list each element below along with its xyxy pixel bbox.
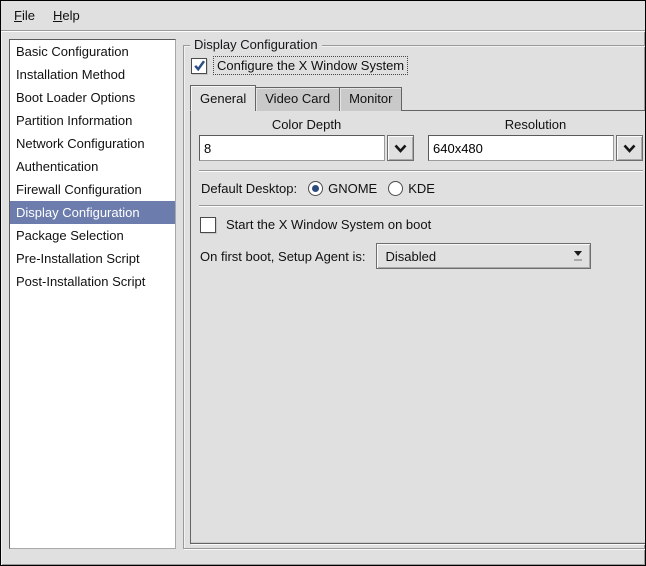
kde-radio-label: KDE (408, 181, 435, 196)
menu-help[interactable]: Help (44, 4, 89, 27)
sidebar-item-firewall-configuration[interactable]: Firewall Configuration (10, 178, 175, 201)
sidebar-item-partition-information[interactable]: Partition Information (10, 109, 175, 132)
sidebar-item-boot-loader-options[interactable]: Boot Loader Options (10, 86, 175, 109)
default-desktop-row: Default Desktop: GNOME KDE (201, 181, 643, 196)
sidebar-item-network-configuration[interactable]: Network Configuration (10, 132, 175, 155)
resolution-input[interactable] (428, 135, 614, 161)
setup-agent-row: On first boot, Setup Agent is: Disabled (200, 243, 643, 269)
start-x-checkbox[interactable] (200, 216, 216, 233)
menubar: File Help (1, 1, 645, 31)
gnome-radio-label: GNOME (328, 181, 378, 196)
kde-radio[interactable] (388, 181, 404, 196)
option-menu-arrow-icon (574, 251, 583, 261)
start-x-checkbox-row[interactable]: Start the X Window System on boot (200, 216, 643, 233)
configure-x-checkbox[interactable] (191, 57, 207, 74)
resolution-dropdown-button[interactable] (616, 135, 643, 161)
tab-video-card[interactable]: Video Card (255, 87, 341, 111)
sidebar-item-post-installation-script[interactable]: Post-Installation Script (10, 270, 175, 293)
frame-title: Display Configuration (190, 37, 322, 52)
separator (199, 205, 643, 207)
sidebar-item-basic-configuration[interactable]: Basic Configuration (10, 40, 175, 63)
configure-x-checkbox-label: Configure the X Window System (212, 56, 409, 75)
radio-dot (312, 185, 320, 192)
section-list: Basic Configuration Installation Method … (9, 39, 176, 549)
menu-file[interactable]: File (5, 4, 44, 27)
display-configuration-frame: Display Configuration Configure the X Wi… (183, 37, 645, 549)
configure-x-checkbox-row[interactable]: Configure the X Window System (191, 56, 645, 75)
setup-agent-value: Disabled (385, 248, 437, 264)
chevron-down-icon (394, 144, 407, 153)
start-x-checkbox-label: Start the X Window System on boot (226, 217, 432, 232)
gnome-radio[interactable] (308, 181, 324, 196)
sidebar-item-pre-installation-script[interactable]: Pre-Installation Script (10, 247, 175, 270)
setup-agent-option-menu[interactable]: Disabled (376, 243, 592, 269)
kickstart-configurator-window: File Help Basic Configuration Installati… (0, 0, 646, 566)
resolution-column: Resolution (428, 117, 643, 161)
color-depth-input[interactable] (199, 135, 385, 161)
display-notebook: General Video Card Monitor Color Depth 8… (190, 85, 645, 544)
tab-general[interactable]: General (190, 85, 257, 111)
sidebar-item-authentication[interactable]: Authentication (10, 155, 175, 178)
gnome-radio-option[interactable]: GNOME (308, 181, 377, 196)
color-depth-column: Color Depth (199, 117, 414, 161)
color-depth-combo (199, 135, 414, 161)
setup-agent-label: On first boot, Setup Agent is: (200, 248, 366, 264)
resolution-combo (428, 135, 643, 161)
general-tab-panel: Color Depth Resoluti (190, 110, 645, 544)
color-depth-label: Color Depth (271, 117, 342, 132)
sidebar-item-installation-method[interactable]: Installation Method (10, 63, 175, 86)
default-desktop-label: Default Desktop: (201, 181, 298, 196)
color-depth-dropdown-button[interactable] (387, 135, 414, 161)
chevron-down-icon (623, 144, 636, 153)
combo-grid: Color Depth Resoluti (199, 117, 643, 161)
resolution-label: Resolution (504, 117, 567, 132)
main-content: Basic Configuration Installation Method … (1, 31, 645, 565)
tab-monitor[interactable]: Monitor (339, 87, 403, 111)
kde-radio-option[interactable]: KDE (388, 181, 435, 196)
sidebar-item-display-configuration[interactable]: Display Configuration (10, 201, 175, 224)
checkmark-icon (193, 60, 205, 72)
sidebar-item-package-selection[interactable]: Package Selection (10, 224, 175, 247)
tab-strip: General Video Card Monitor (190, 85, 645, 111)
separator (199, 170, 643, 172)
